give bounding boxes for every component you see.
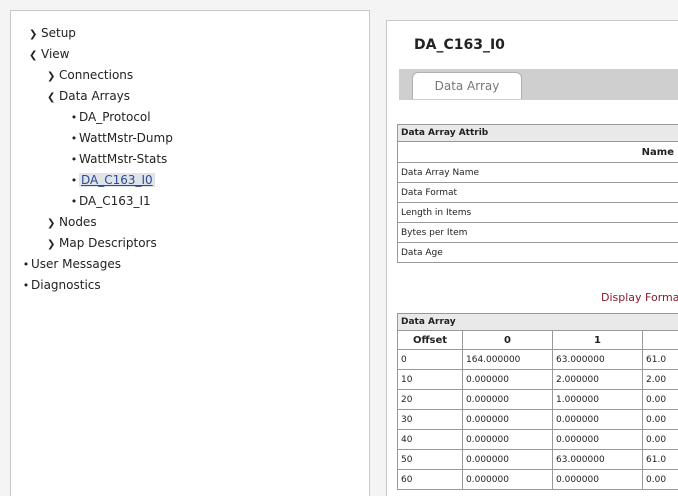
display-format-label: Display Format — [601, 291, 678, 304]
table-cell: 0.000000 — [462, 409, 553, 430]
bullet-icon: • — [22, 258, 30, 271]
bullet-icon: • — [22, 279, 30, 292]
attrib-table: Data Array Attrib Name Data Array Name D… — [397, 124, 678, 263]
chevron-down-icon: ❮ — [47, 92, 56, 103]
tree-item-connections[interactable]: ❯ Connections — [47, 67, 133, 83]
tab-divider — [399, 99, 678, 100]
name-column-header: Name — [397, 141, 678, 163]
table-cell: 0.000000 — [462, 389, 553, 410]
table-row: 0 164.000000 63.000000 61.0 — [397, 349, 678, 370]
tree-item-da-c163-i0[interactable]: • DA_C163_I0 — [69, 172, 155, 188]
table-cell: 0.00 — [642, 389, 678, 410]
table-cell: 0.000000 — [552, 429, 643, 450]
table-cell: 0.000000 — [462, 369, 553, 390]
table-cell: 63.000000 — [552, 349, 643, 370]
table-row: 50 0.000000 63.000000 61.0 — [397, 449, 678, 470]
column-header-2 — [642, 330, 678, 350]
table-cell: 0.000000 — [462, 429, 553, 450]
column-header-offset: Offset — [397, 330, 463, 350]
bullet-icon: • — [70, 153, 78, 166]
table-cell: 30 — [397, 409, 463, 430]
tab-data-array[interactable]: Data Array — [412, 72, 522, 100]
table-cell: 1.000000 — [552, 389, 643, 410]
table-cell: 61.0 — [642, 449, 678, 470]
attrib-row-label: Data Age — [397, 242, 678, 263]
table-row: 20 0.000000 1.000000 0.00 — [397, 389, 678, 410]
table-cell: 0.000000 — [552, 409, 643, 430]
table-cell: 20 — [397, 389, 463, 410]
tree-item-user-messages[interactable]: • User Messages — [21, 256, 121, 272]
bullet-icon: • — [70, 132, 78, 145]
table-cell: 40 — [397, 429, 463, 450]
table-cell: 0 — [397, 349, 463, 370]
tree-item-wattmstr-dump[interactable]: • WattMstr-Dump — [69, 130, 173, 146]
selected-item-label: DA_C163_I0 — [79, 173, 155, 187]
column-header-1: 1 — [552, 330, 643, 350]
tree-item-view[interactable]: ❮ View — [29, 46, 69, 62]
table-cell: 0.00 — [642, 469, 678, 490]
table-row: 30 0.000000 0.000000 0.00 — [397, 409, 678, 430]
chevron-right-icon: ❯ — [29, 29, 38, 40]
chevron-right-icon: ❯ — [47, 71, 56, 82]
bullet-icon: • — [70, 111, 78, 124]
attrib-row-label: Data Format — [397, 182, 678, 203]
main-panel: DA_C163_I0 Data Array Data Array Attrib … — [386, 20, 678, 496]
attrib-row-label: Data Array Name — [397, 162, 678, 183]
table-cell: 0.00 — [642, 409, 678, 430]
chevron-right-icon: ❯ — [47, 218, 56, 229]
bullet-icon: • — [70, 174, 78, 187]
tab-bar: Data Array — [399, 69, 678, 100]
table-cell: 2.00 — [642, 369, 678, 390]
table-cell: 164.000000 — [462, 349, 553, 370]
table-cell: 63.000000 — [552, 449, 643, 470]
tree-item-setup[interactable]: ❯ Setup — [29, 25, 76, 41]
table-cell: 0.000000 — [552, 469, 643, 490]
data-table-body: 0 164.000000 63.000000 61.0 10 0.000000 2.0000… — [397, 349, 678, 490]
table-cell: 0.000000 — [462, 449, 553, 470]
table-cell: 0.00 — [642, 429, 678, 450]
table-row: 10 0.000000 2.000000 2.00 — [397, 369, 678, 390]
bullet-icon: • — [70, 195, 78, 208]
table-row: 40 0.000000 0.000000 0.00 — [397, 429, 678, 450]
navigation-tree: ❯ Setup ❮ View ❯ Connections ❮ Data Arrays •… — [10, 10, 370, 496]
column-header-0: 0 — [462, 330, 553, 350]
table-cell: 50 — [397, 449, 463, 470]
page-title: DA_C163_I0 — [414, 37, 505, 53]
table-row: 60 0.000000 0.000000 0.00 — [397, 469, 678, 490]
tree-item-wattmstr-stats[interactable]: • WattMstr-Stats — [69, 151, 168, 167]
attrib-row-label: Bytes per Item — [397, 222, 678, 243]
table-cell: 2.000000 — [552, 369, 643, 390]
attrib-table-header: Data Array Attrib — [397, 124, 678, 142]
table-cell: 0.000000 — [462, 469, 553, 490]
tree-item-da-protocol[interactable]: • DA_Protocol — [69, 109, 151, 125]
tree-item-da-c163-i1[interactable]: • DA_C163_I1 — [69, 193, 151, 209]
data-table: Data Array Offset 0 1 0 164.000000 63.0000… — [397, 313, 678, 490]
table-cell: 10 — [397, 369, 463, 390]
attrib-row-label: Length in Items — [397, 202, 678, 223]
table-cell: 61.0 — [642, 349, 678, 370]
data-table-header: Data Array — [397, 313, 678, 331]
tree-item-nodes[interactable]: ❯ Nodes — [47, 214, 97, 230]
tree-item-diagnostics[interactable]: • Diagnostics — [21, 277, 101, 293]
tree-item-map-descriptors[interactable]: ❯ Map Descriptors — [47, 235, 157, 251]
table-cell: 60 — [397, 469, 463, 490]
chevron-right-icon: ❯ — [47, 239, 56, 250]
tree-item-data-arrays[interactable]: ❮ Data Arrays — [47, 88, 130, 104]
chevron-down-icon: ❮ — [29, 50, 38, 61]
